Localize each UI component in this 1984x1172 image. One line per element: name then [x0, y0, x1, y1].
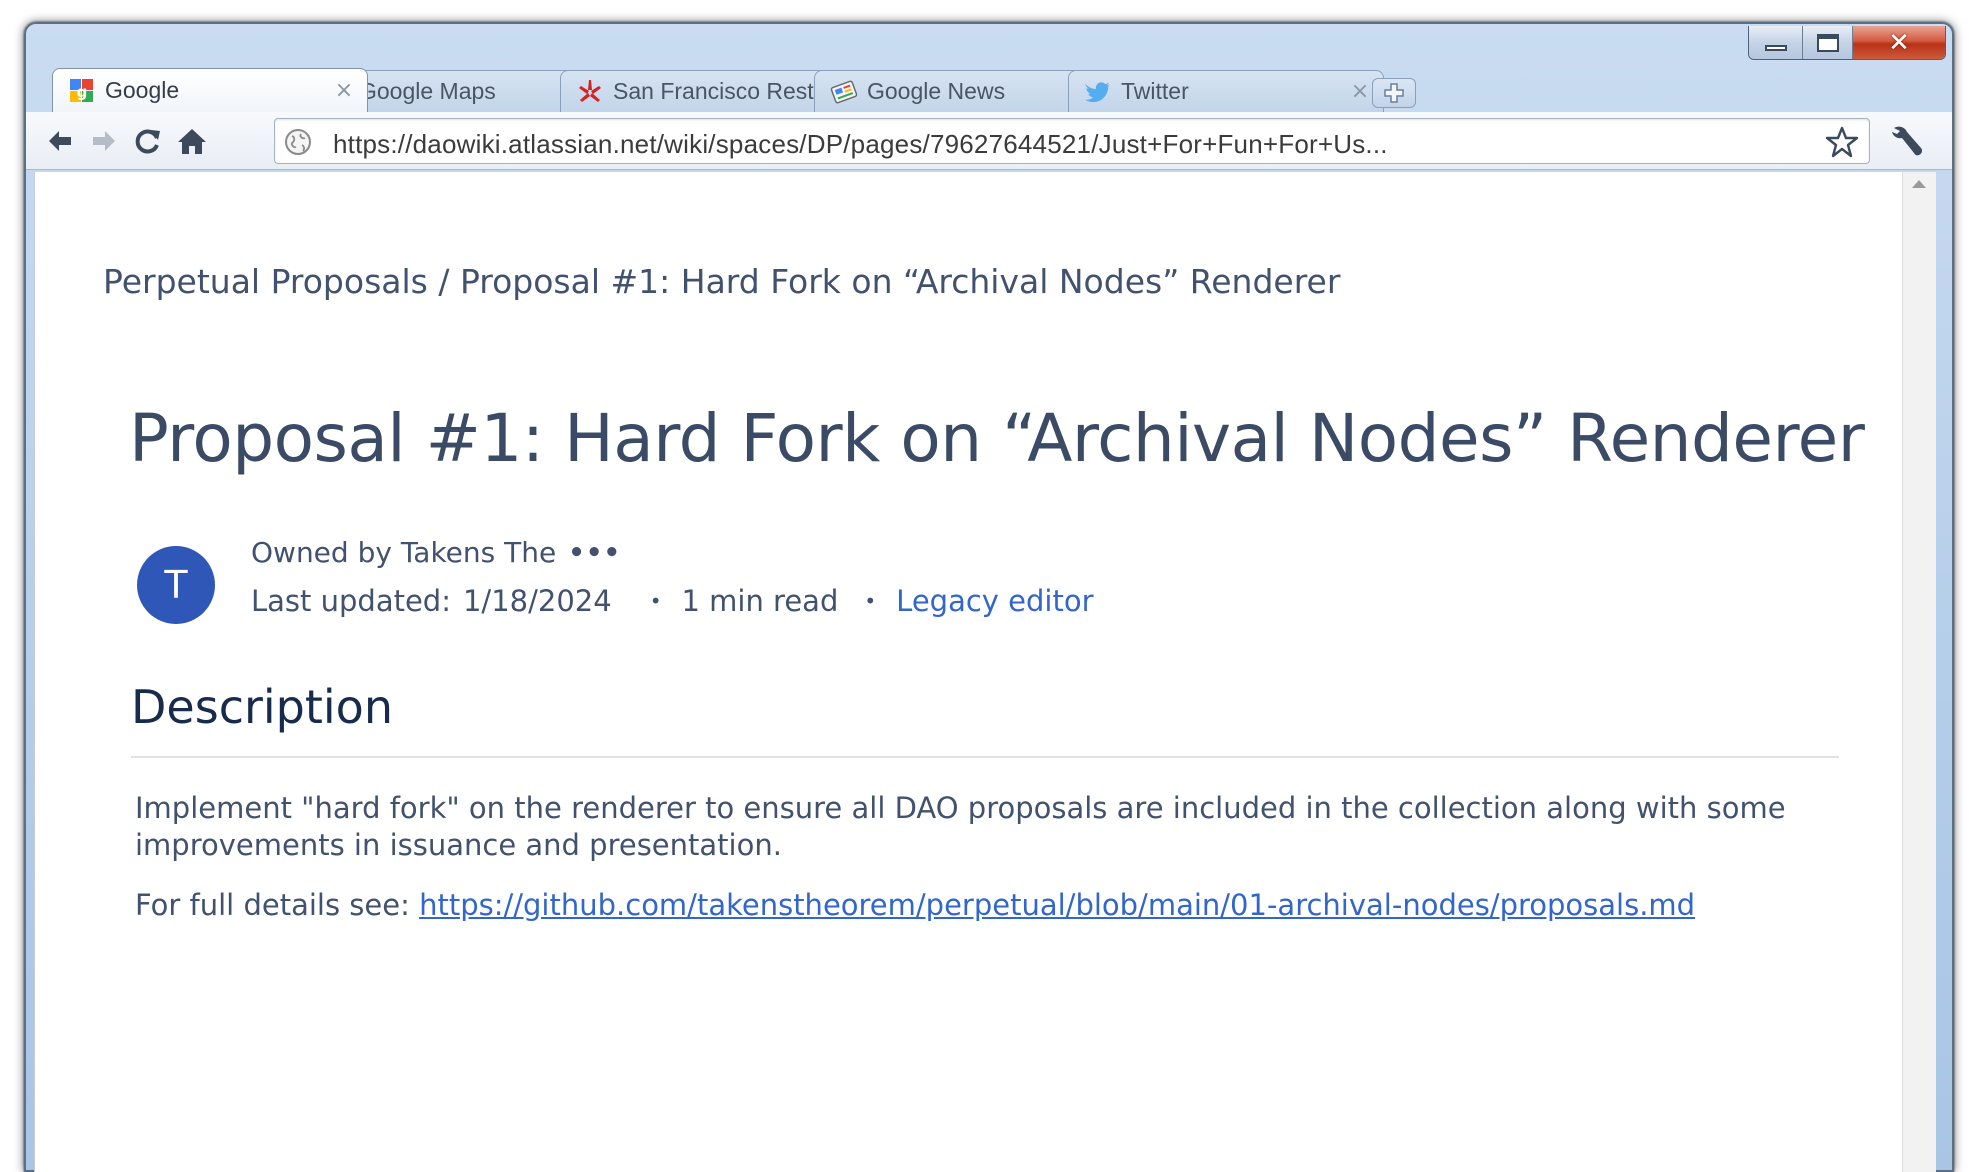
forward-arrow-icon: [93, 131, 115, 151]
back-button[interactable]: [40, 122, 80, 160]
tab-title: Twitter: [1121, 78, 1189, 104]
owner-line: Owned by Takens The •••: [251, 536, 621, 569]
browser-toolbar: https://daowiki.atlassian.net/wiki/space…: [26, 112, 1952, 170]
page-content: Perpetual Proposals / Proposal #1: Hard …: [34, 172, 1902, 1172]
plus-icon: [1384, 83, 1404, 103]
last-updated-value: 1/18/2024: [462, 584, 612, 618]
details-paragraph: For full details see: https://github.com…: [135, 888, 1695, 922]
minimize-button[interactable]: [1749, 26, 1803, 59]
reload-button[interactable]: [128, 122, 168, 160]
separator-dot: •: [864, 589, 877, 613]
globe-icon: [285, 129, 311, 155]
vertical-scrollbar[interactable]: [1902, 172, 1936, 1172]
back-arrow-icon: [49, 131, 71, 151]
home-icon: [178, 129, 206, 154]
google-news-favicon: [829, 77, 859, 107]
page-title: Proposal #1: Hard Fork on “Archival Node…: [129, 400, 1865, 477]
owner-text: Owned by Takens The: [251, 536, 557, 569]
wrench-icon[interactable]: [1886, 122, 1926, 160]
description-paragraph: Implement "hard fork" on the renderer to…: [135, 791, 1786, 862]
tab-close-icon[interactable]: ×: [333, 78, 355, 103]
breadcrumb[interactable]: Perpetual Proposals / Proposal #1: Hard …: [103, 262, 1340, 301]
tab-close-icon[interactable]: ×: [1349, 79, 1371, 104]
legacy-editor-link[interactable]: Legacy editor: [896, 584, 1093, 618]
url-text: https://daowiki.atlassian.net/wiki/space…: [333, 129, 1388, 159]
twitter-favicon: [1083, 77, 1113, 107]
browser-window: ✕ g Google × Google Maps San Francisco R…: [24, 22, 1954, 1172]
address-bar[interactable]: https://daowiki.atlassian.net/wiki/space…: [274, 118, 1870, 164]
svg-text:g: g: [77, 83, 88, 101]
avatar[interactable]: T: [137, 546, 215, 624]
more-options-icon[interactable]: •••: [568, 538, 621, 568]
separator-dot: •: [649, 589, 662, 613]
google-favicon: g: [67, 76, 97, 106]
last-updated-label: Last updated:: [251, 584, 451, 618]
tab-title: Google News: [867, 78, 1006, 104]
tab-title: Google: [105, 77, 180, 103]
minimize-icon: [1764, 44, 1787, 51]
star-icon[interactable]: [1825, 125, 1859, 159]
window-controls: ✕: [1748, 26, 1946, 60]
forward-button[interactable]: [84, 122, 124, 160]
maximize-icon: [1816, 33, 1839, 52]
new-tab-button[interactable]: [1372, 78, 1416, 108]
scroll-up-arrow-icon[interactable]: [1912, 180, 1926, 188]
page-metadata: Last updated: 1/18/2024 • 1 min read • L…: [251, 584, 1094, 618]
divider: [131, 756, 1839, 758]
close-icon: ✕: [1888, 27, 1910, 58]
tab-title: Google Maps: [359, 78, 496, 104]
section-heading-description: Description: [131, 680, 393, 734]
read-time: 1 min read: [681, 584, 839, 618]
close-window-button[interactable]: ✕: [1853, 26, 1945, 59]
tab-strip: g Google × g Google Maps ×: [52, 66, 1752, 112]
avatar-initial: T: [164, 563, 188, 607]
yelp-favicon: [575, 77, 605, 107]
details-prefix: For full details see:: [135, 888, 420, 922]
maximize-button[interactable]: [1803, 26, 1853, 59]
details-link[interactable]: https://github.com/takenstheorem/perpetu…: [419, 888, 1695, 922]
tab-google[interactable]: g Google ×: [52, 68, 368, 112]
tab-twitter[interactable]: Twitter ×: [1068, 70, 1384, 112]
reload-icon: [135, 129, 160, 154]
home-button[interactable]: [172, 122, 212, 160]
tab-title: San Francisco Rest...: [613, 78, 833, 104]
